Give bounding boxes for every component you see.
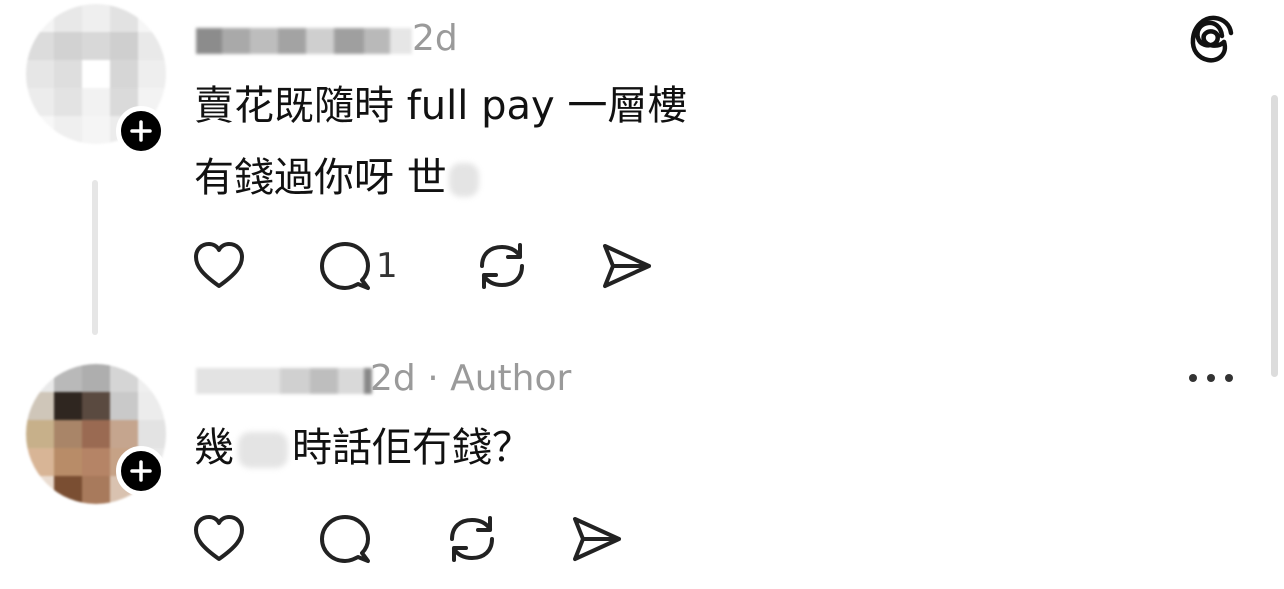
comment-text: 有錢過你呀 世 <box>194 155 447 201</box>
thread-connector-line <box>92 180 98 335</box>
plus-icon <box>130 460 152 482</box>
like-button[interactable] <box>192 240 246 292</box>
reply-count: 1 <box>376 246 398 286</box>
comment-text-line: 幾 時話佢冇錢？ <box>194 424 532 472</box>
author-badge: · Author <box>427 358 572 399</box>
heart-icon <box>194 242 244 288</box>
comment-text-line: 賣花既隨時 full pay 一層樓 <box>194 83 688 129</box>
threads-logo-icon[interactable] <box>1188 14 1236 70</box>
heart-icon <box>194 515 244 561</box>
repost-icon <box>450 516 494 562</box>
like-button[interactable] <box>192 513 246 565</box>
more-options-button[interactable] <box>1186 368 1236 388</box>
username[interactable] <box>196 368 372 394</box>
reply-button[interactable]: 1 <box>318 240 398 292</box>
censored-text <box>448 163 479 197</box>
censored-text <box>238 432 288 468</box>
reply-button[interactable] <box>318 513 372 565</box>
comment-bubble-icon <box>320 242 370 290</box>
comment-text-line: 有錢過你呀 世 <box>194 154 479 202</box>
repost-button[interactable] <box>474 240 530 292</box>
comment-text: 幾 <box>194 425 234 471</box>
comment-meta: 2d · Author <box>370 359 571 399</box>
more-options-icon <box>1189 374 1233 382</box>
comment-bubble-icon <box>320 515 370 563</box>
repost-button[interactable] <box>444 513 500 565</box>
follow-button[interactable] <box>116 446 166 496</box>
plus-icon <box>130 120 152 142</box>
send-icon <box>603 244 651 288</box>
scrollbar[interactable] <box>1271 95 1278 377</box>
repost-icon <box>480 243 524 289</box>
share-button[interactable] <box>600 240 654 292</box>
comment-text: 時話佢冇錢？ <box>292 425 532 471</box>
follow-button[interactable] <box>116 106 166 156</box>
timestamp: 2d <box>370 358 416 399</box>
username[interactable] <box>196 28 412 54</box>
send-icon <box>573 517 621 561</box>
share-button[interactable] <box>570 513 624 565</box>
timestamp: 2d <box>412 18 458 59</box>
